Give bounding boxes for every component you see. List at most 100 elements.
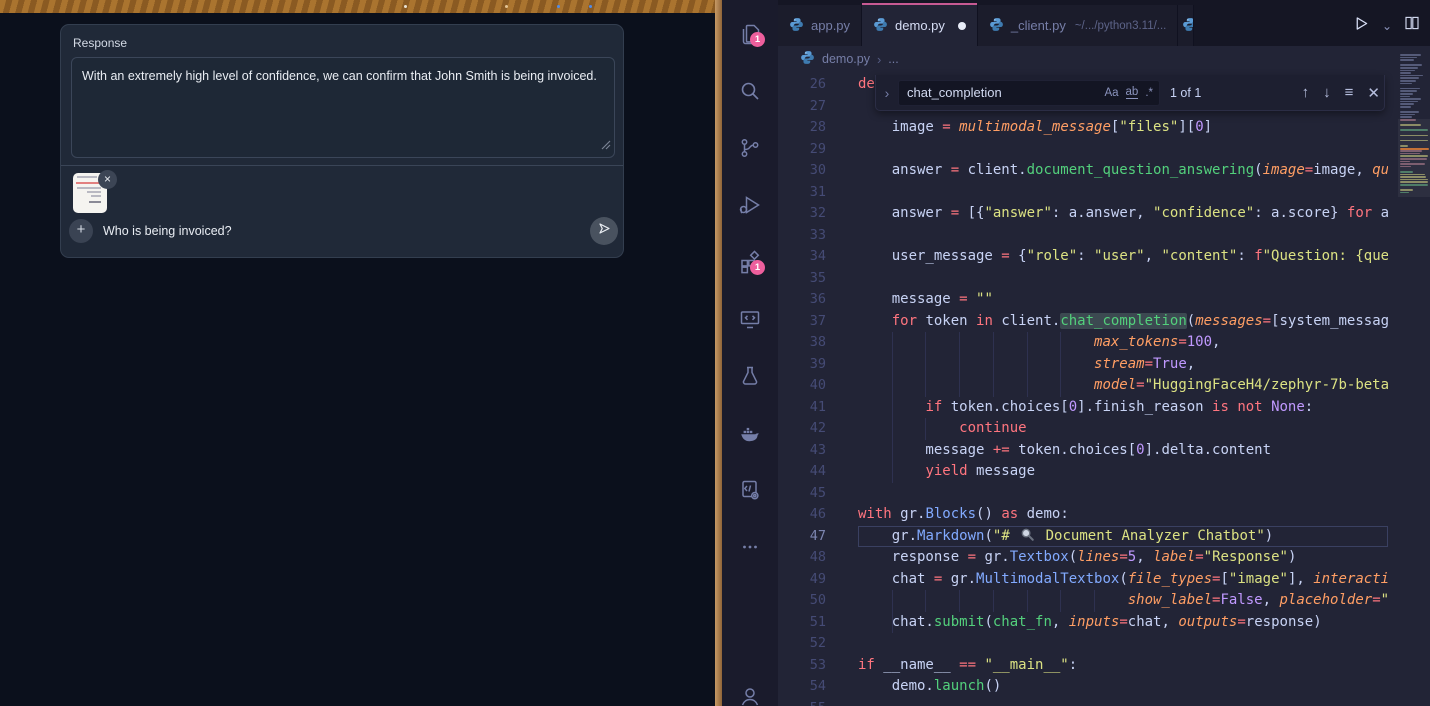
minimap[interactable] (1398, 54, 1430, 674)
tab-label: demo.py (895, 18, 945, 33)
containers-config-icon[interactable] (738, 478, 762, 502)
send-button[interactable] (590, 217, 618, 245)
tab-label: app.py (811, 18, 850, 33)
minimap-line (1400, 101, 1418, 103)
minimap-line (1400, 77, 1419, 79)
line-number: 37 (778, 311, 826, 333)
response-text: With an extremely high level of confiden… (82, 69, 597, 83)
account-icon[interactable] (738, 684, 762, 706)
run-debug-icon[interactable] (738, 193, 762, 217)
response-textbox[interactable]: With an extremely high level of confiden… (71, 57, 615, 158)
titlebar-speck (589, 5, 592, 8)
breadcrumb-file[interactable]: demo.py (822, 52, 870, 66)
line-number: 32 (778, 203, 826, 225)
run-dropdown-chevron-icon[interactable]: ⌄ (1382, 19, 1392, 33)
code-line-34: user_message = {"role": "user", "content… (858, 246, 1388, 268)
resize-handle[interactable] (601, 137, 611, 155)
extensions-icon[interactable]: 1 (738, 250, 762, 274)
line-number-gutter: 2627282930313233343536373839404142434445… (778, 74, 826, 706)
line-number: 45 (778, 483, 826, 505)
whole-word-toggle[interactable]: ab (1126, 86, 1139, 99)
close-find-icon[interactable]: ✕ (1367, 84, 1380, 102)
code-line-28: image = multimodal_message["files"][0] (858, 117, 1388, 139)
add-file-button[interactable]: + (69, 219, 93, 243)
line-number: 43 (778, 440, 826, 462)
code-line-38: max_tokens=100, (858, 332, 1388, 354)
remove-attachment-button[interactable]: × (98, 170, 117, 189)
minimap-line (1400, 90, 1417, 92)
tab-demo.py[interactable]: demo.py (862, 5, 978, 46)
split-editor-button[interactable] (1404, 15, 1420, 36)
more-icon[interactable] (738, 535, 762, 559)
minimap-line (1400, 70, 1415, 72)
code-line-43: message += token.choices[0].delta.conten… (858, 440, 1388, 462)
code-line-39: stream=True, (858, 354, 1388, 376)
code-line-45 (858, 483, 1388, 505)
minimap-line (1400, 88, 1420, 90)
code-line-47: gr.Markdown("# Document Analyzer Chatbot… (858, 526, 1388, 548)
line-number: 50 (778, 590, 826, 612)
tab-_client.py[interactable]: _client.py~/.../python3.11/... (978, 5, 1178, 46)
code-line-35 (858, 268, 1388, 290)
minimap-line (1400, 83, 1412, 85)
next-match-icon[interactable]: ↓ (1323, 84, 1331, 101)
modified-dot-icon[interactable] (958, 22, 966, 30)
code-line-51: chat.submit(chat_fn, inputs=chat, output… (858, 612, 1388, 634)
find-in-selection-icon[interactable]: ≡ (1345, 84, 1354, 101)
activity-badge: 1 (750, 260, 765, 275)
vscode-window: 1 1 app.py demo.py _client.py~/.../python3.… (722, 0, 1430, 706)
minimap-line (1400, 57, 1417, 59)
window-sash[interactable] (715, 0, 722, 706)
send-icon (597, 221, 612, 241)
python-file-icon (1182, 17, 1194, 35)
line-number: 40 (778, 375, 826, 397)
code-line-33 (858, 225, 1388, 247)
tab-bar: app.py demo.py _client.py~/.../python3.11/… (778, 0, 1430, 46)
minimap-line (1400, 116, 1412, 118)
gradio-app-window: Response With an extremely high level of… (0, 0, 715, 706)
source-control-icon[interactable] (738, 136, 762, 160)
minimap-line (1400, 59, 1414, 61)
minimap-line (1400, 111, 1419, 113)
code-line-36: message = "" (858, 289, 1388, 311)
tab-app.py[interactable]: app.py (778, 5, 862, 46)
code-line-32: answer = [{"answer": a.answer, "confiden… (858, 203, 1388, 225)
remote-explorer-icon[interactable] (738, 307, 762, 331)
line-number: 26 (778, 74, 826, 96)
line-number: 38 (778, 332, 826, 354)
chat-input[interactable]: Who is being invoiced? (103, 224, 232, 238)
find-query-text[interactable]: chat_completion (907, 85, 1097, 100)
chatbot-panel: Response With an extremely high level of… (60, 24, 624, 258)
breadcrumb[interactable]: demo.py › ... (778, 46, 1398, 72)
search-icon[interactable] (738, 79, 762, 103)
explorer-icon[interactable]: 1 (738, 22, 762, 46)
find-input[interactable]: chat_completion Aa ab .* (898, 80, 1160, 106)
minimap-viewport[interactable] (1398, 119, 1430, 197)
find-collapse-chevron-icon[interactable]: › (876, 85, 898, 101)
regex-toggle[interactable]: .* (1145, 87, 1153, 99)
minimap-line (1400, 96, 1410, 98)
code-editor[interactable]: def chat_fn(multimodal_message): image =… (858, 74, 1388, 706)
editor-group: app.py demo.py _client.py~/.../python3.11/… (778, 0, 1430, 706)
code-line-41: if token.choices[0].finish_reason is not… (858, 397, 1388, 419)
line-number: 44 (778, 461, 826, 483)
minimap-line (1400, 72, 1411, 74)
minimap-line (1400, 75, 1423, 77)
run-python-file-button[interactable] (1353, 15, 1370, 37)
previous-match-icon[interactable]: ↑ (1302, 84, 1310, 101)
docker-icon[interactable] (738, 421, 762, 445)
chevron-right-icon: › (877, 52, 881, 67)
minimap-line (1400, 93, 1413, 95)
line-number: 27 (778, 96, 826, 118)
minimap-line (1400, 67, 1418, 69)
breadcrumb-more[interactable]: ... (888, 52, 898, 66)
browser-titlebar[interactable] (0, 0, 715, 13)
match-case-toggle[interactable]: Aa (1104, 87, 1118, 99)
minimap-line (1400, 54, 1421, 56)
line-number: 34 (778, 246, 826, 268)
line-number: 46 (778, 504, 826, 526)
tab-clipped[interactable] (1178, 5, 1194, 46)
testing-icon[interactable] (738, 364, 762, 388)
titlebar-speck (505, 5, 508, 8)
screen: Response With an extremely high level of… (0, 0, 1430, 706)
